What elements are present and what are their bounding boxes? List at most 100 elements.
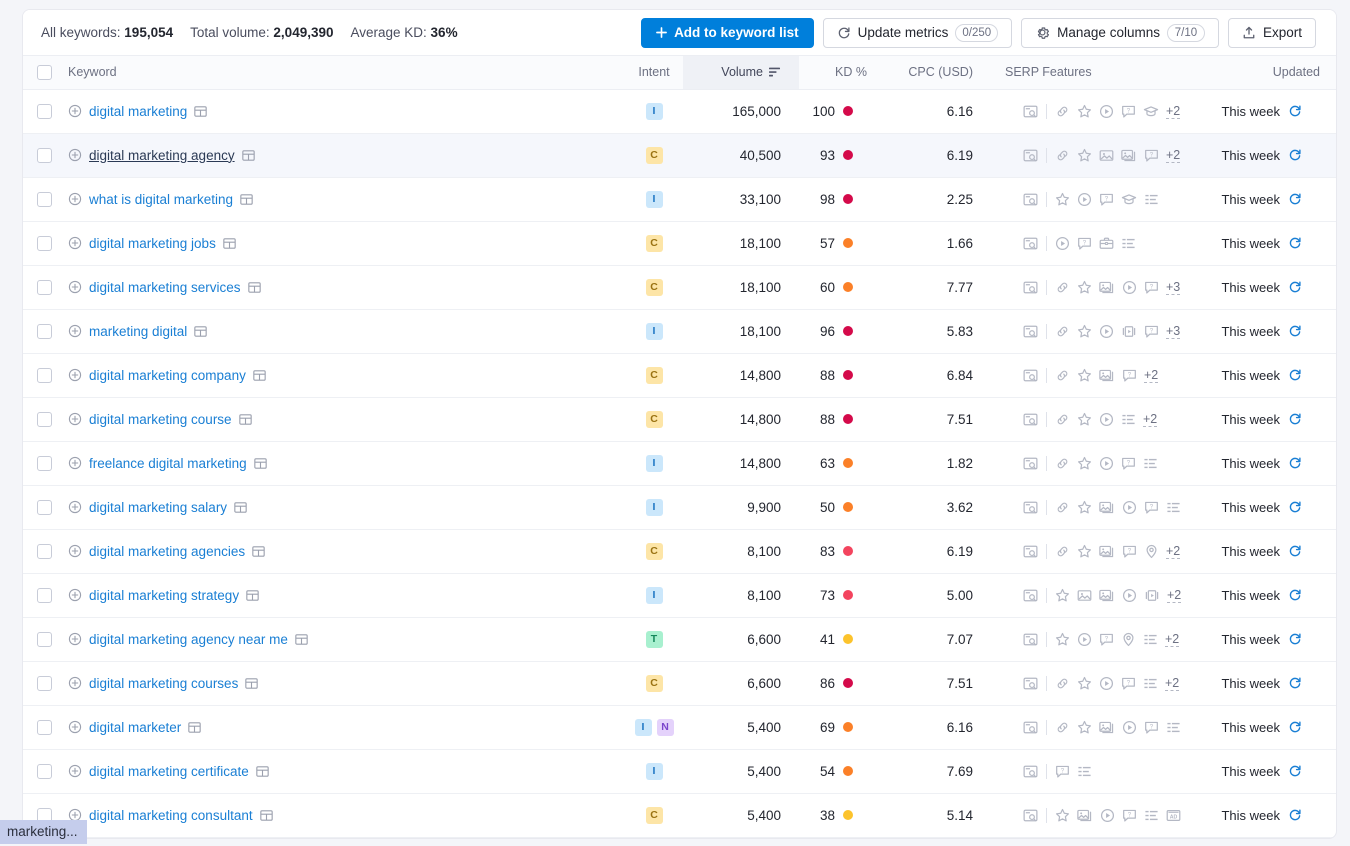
people-also-ask-icon[interactable]: ? xyxy=(1121,676,1136,691)
intent-badge-i[interactable]: I xyxy=(645,762,663,780)
reviews-icon[interactable] xyxy=(1077,544,1092,559)
table-row[interactable]: digital marketing certificate I 5,400 54 7.6… xyxy=(23,749,1336,793)
header-cpc[interactable]: CPC (USD) xyxy=(881,56,987,90)
reviews-icon[interactable] xyxy=(1055,632,1070,647)
row-refresh-icon[interactable] xyxy=(1288,456,1302,470)
row-refresh-icon[interactable] xyxy=(1288,324,1302,338)
serp-preview-icon[interactable] xyxy=(1023,192,1038,207)
serp-preview-icon[interactable] xyxy=(1023,456,1038,471)
video-icon[interactable] xyxy=(1122,588,1137,603)
serp-preview-icon[interactable] xyxy=(1023,104,1038,119)
people-also-ask-icon[interactable]: ? xyxy=(1055,764,1070,779)
local-pack-icon[interactable] xyxy=(1121,632,1136,647)
sitelinks-icon[interactable] xyxy=(1055,280,1070,295)
list-icon[interactable] xyxy=(1166,720,1181,735)
row-refresh-icon[interactable] xyxy=(1288,104,1302,118)
table-row[interactable]: digital marketing jobs C 18,100 57 1.66? This… xyxy=(23,221,1336,265)
video-icon[interactable] xyxy=(1100,808,1115,823)
table-row[interactable]: digital marketing I 165,000 100 6.16? +2 This … xyxy=(23,89,1336,133)
row-checkbox[interactable] xyxy=(36,323,52,339)
keyword-link[interactable]: digital marketing salary xyxy=(89,500,227,515)
people-also-ask-icon[interactable]: ? xyxy=(1144,324,1159,339)
ads-icon[interactable]: AD xyxy=(1166,808,1181,823)
add-keyword-icon[interactable] xyxy=(68,588,82,602)
row-checkbox[interactable] xyxy=(36,455,52,471)
row-refresh-icon[interactable] xyxy=(1288,280,1302,294)
intent-badge-c[interactable]: C xyxy=(645,278,663,296)
serp-preview-icon[interactable] xyxy=(1023,500,1038,515)
keyword-link[interactable]: digital marketing jobs xyxy=(89,236,216,251)
video-icon[interactable] xyxy=(1077,192,1092,207)
row-checkbox[interactable] xyxy=(36,499,52,515)
serp-preview-toggle-icon[interactable] xyxy=(241,149,255,162)
intent-badge-i[interactable]: I xyxy=(645,102,663,120)
video-icon[interactable] xyxy=(1122,720,1137,735)
sitelinks-icon[interactable] xyxy=(1055,104,1070,119)
header-intent[interactable]: Intent xyxy=(625,56,683,90)
table-row[interactable]: digital marketing agencies C 8,100 83 6.19? +… xyxy=(23,529,1336,573)
intent-badge-c[interactable]: C xyxy=(645,234,663,252)
serp-preview-icon[interactable] xyxy=(1023,764,1038,779)
intent-badge-i[interactable]: I xyxy=(645,454,663,472)
reviews-icon[interactable] xyxy=(1077,676,1092,691)
serp-preview-toggle-icon[interactable] xyxy=(295,633,308,646)
keyword-link[interactable]: digital marketing company xyxy=(89,368,246,383)
people-also-ask-icon[interactable]: ? xyxy=(1122,544,1137,559)
knowledge-panel-icon[interactable] xyxy=(1121,192,1137,207)
add-keyword-icon[interactable] xyxy=(68,148,82,162)
add-keyword-icon[interactable] xyxy=(68,192,82,206)
list-icon[interactable] xyxy=(1143,676,1158,691)
reviews-icon[interactable] xyxy=(1077,456,1092,471)
row-checkbox[interactable] xyxy=(36,675,52,691)
list-icon[interactable] xyxy=(1144,192,1159,207)
row-checkbox[interactable] xyxy=(36,631,52,647)
sitelinks-icon[interactable] xyxy=(1055,368,1070,383)
table-row[interactable]: digital marketer I N 5,400 69 6.16? This week xyxy=(23,705,1336,749)
video-icon[interactable] xyxy=(1099,456,1114,471)
add-keyword-icon[interactable] xyxy=(68,500,82,514)
people-also-ask-icon[interactable]: ? xyxy=(1121,456,1136,471)
list-icon[interactable] xyxy=(1143,456,1158,471)
intent-badge-i[interactable]: I xyxy=(634,718,652,736)
reviews-icon[interactable] xyxy=(1055,588,1070,603)
video-icon[interactable] xyxy=(1099,676,1114,691)
serp-more-count[interactable]: +2 xyxy=(1165,632,1180,647)
keyword-link[interactable]: marketing digital xyxy=(89,324,187,339)
serp-preview-toggle-icon[interactable] xyxy=(194,325,208,338)
table-row[interactable]: digital marketing agency near me T 6,600 41… xyxy=(23,617,1336,661)
intent-badge-t[interactable]: T xyxy=(645,630,663,648)
row-checkbox[interactable] xyxy=(36,147,52,163)
sitelinks-icon[interactable] xyxy=(1055,500,1070,515)
serp-more-count[interactable]: +2 xyxy=(1166,104,1181,119)
reviews-icon[interactable] xyxy=(1077,412,1092,427)
intent-badge-i[interactable]: I xyxy=(645,498,663,516)
serp-preview-icon[interactable] xyxy=(1023,368,1038,383)
reviews-icon[interactable] xyxy=(1077,368,1092,383)
table-row[interactable]: digital marketing courses C 6,600 86 7.51? +2… xyxy=(23,661,1336,705)
table-row[interactable]: freelance digital marketing I 14,800 63 1.82… xyxy=(23,441,1336,485)
keyword-link[interactable]: digital marketing certificate xyxy=(89,764,249,779)
image-pack-icon[interactable] xyxy=(1099,280,1115,295)
add-keyword-icon[interactable] xyxy=(68,456,82,470)
jobs-icon[interactable] xyxy=(1099,236,1114,251)
serp-preview-toggle-icon[interactable] xyxy=(253,369,266,382)
serp-preview-icon[interactable] xyxy=(1023,808,1038,823)
serp-preview-icon[interactable] xyxy=(1023,544,1038,559)
reviews-icon[interactable] xyxy=(1055,192,1070,207)
people-also-ask-icon[interactable]: ? xyxy=(1121,104,1136,119)
table-row[interactable]: digital marketing course C 14,800 88 7.51 +2 T… xyxy=(23,397,1336,441)
row-refresh-icon[interactable] xyxy=(1288,192,1302,206)
table-row[interactable]: marketing digital I 18,100 96 5.83? +3 This we… xyxy=(23,309,1336,353)
row-checkbox[interactable] xyxy=(36,719,52,735)
reviews-icon[interactable] xyxy=(1077,500,1092,515)
intent-badge-c[interactable]: C xyxy=(645,410,663,428)
row-checkbox[interactable] xyxy=(36,543,52,559)
serp-preview-toggle-icon[interactable] xyxy=(245,677,259,690)
sitelinks-icon[interactable] xyxy=(1055,456,1070,471)
update-metrics-button[interactable]: Update metrics 0/250 xyxy=(822,17,1013,48)
table-row[interactable]: digital marketing salary I 9,900 50 3.62? Thi… xyxy=(23,485,1336,529)
header-kd[interactable]: KD % xyxy=(799,56,881,90)
video-icon[interactable] xyxy=(1055,236,1070,251)
serp-preview-toggle-icon[interactable] xyxy=(240,193,253,206)
intent-badge-c[interactable]: C xyxy=(645,674,663,692)
